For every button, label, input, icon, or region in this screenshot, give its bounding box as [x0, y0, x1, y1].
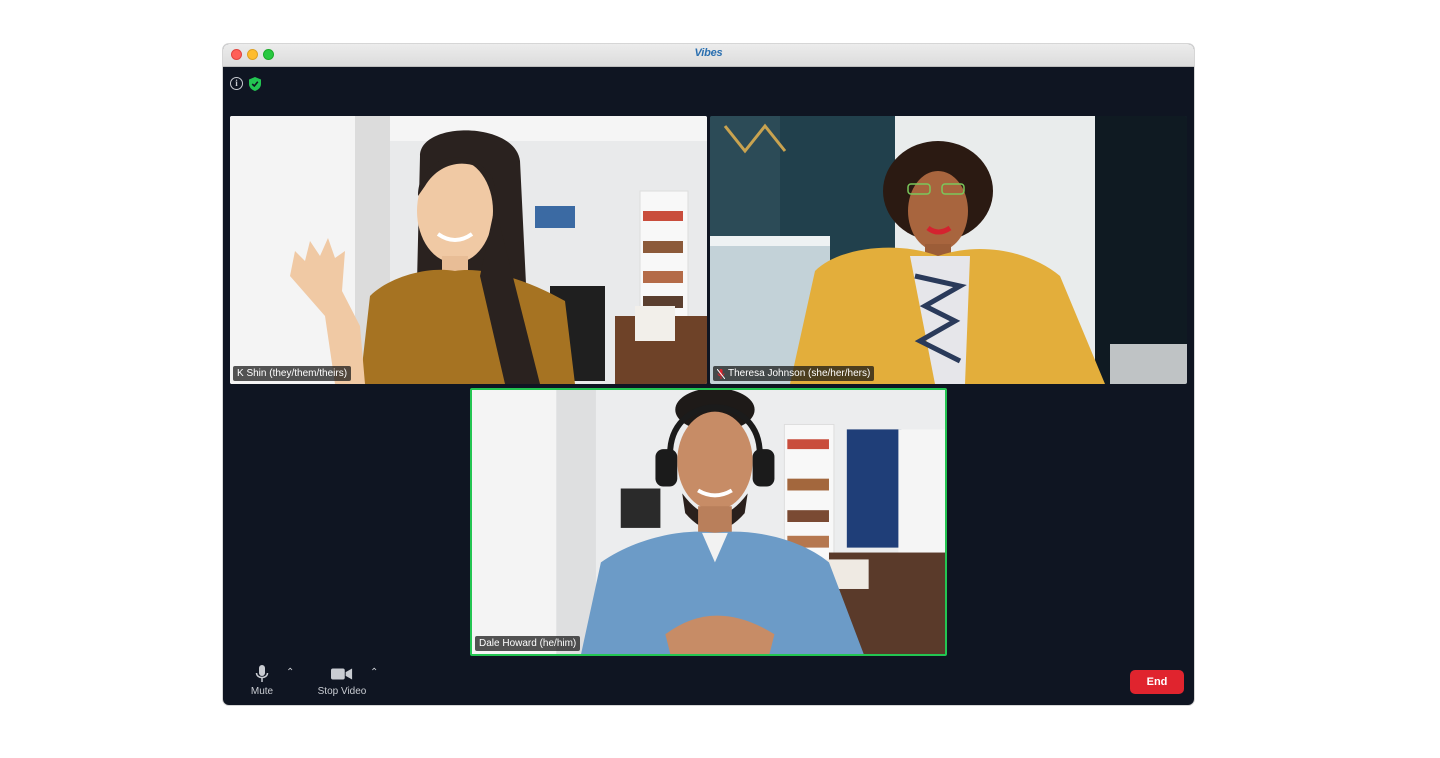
participant-video-feed — [710, 116, 1187, 384]
title-bar: Vibes — [223, 44, 1194, 67]
participant-video-feed — [230, 116, 707, 384]
video-tile-k-shin[interactable]: K Shin (they/them/theirs) — [230, 116, 707, 384]
meeting-controls: Mute ⌃ Stop Video ⌃ End — [223, 661, 1194, 705]
caret-up-icon[interactable]: ⌃ — [286, 667, 294, 678]
muted-mic-icon — [717, 368, 725, 379]
shield-check-icon[interactable] — [249, 77, 261, 91]
participant-video-feed — [472, 390, 945, 654]
stop-video-button[interactable]: Stop Video — [313, 665, 371, 697]
participant-name: K Shin (they/them/theirs) — [237, 368, 348, 379]
caret-up-icon[interactable]: ⌃ — [370, 667, 378, 678]
video-camera-icon — [331, 668, 353, 680]
stop-video-label: Stop Video — [317, 686, 367, 697]
meeting-window: Vibes i K Shin (they/them/theirs) Theres… — [223, 44, 1194, 705]
video-tile-theresa-johnson[interactable]: Theresa Johnson (she/her/hers) — [710, 116, 1187, 384]
participant-name: Dale Howard (he/him) — [479, 638, 577, 649]
mute-button[interactable]: Mute — [247, 665, 277, 697]
participant-name-tag: K Shin (they/them/theirs) — [233, 366, 352, 381]
app-logo: Vibes — [694, 47, 723, 59]
participant-name-tag: Theresa Johnson (she/her/hers) — [713, 366, 875, 381]
mute-label: Mute — [250, 686, 274, 697]
end-meeting-button[interactable]: End — [1130, 670, 1184, 694]
participant-name: Theresa Johnson (she/her/hers) — [728, 368, 871, 379]
participant-name-tag: Dale Howard (he/him) — [475, 636, 581, 651]
microphone-icon — [255, 665, 269, 682]
info-icon[interactable]: i — [230, 77, 243, 90]
video-tile-dale-howard[interactable]: Dale Howard (he/him) — [470, 388, 947, 656]
